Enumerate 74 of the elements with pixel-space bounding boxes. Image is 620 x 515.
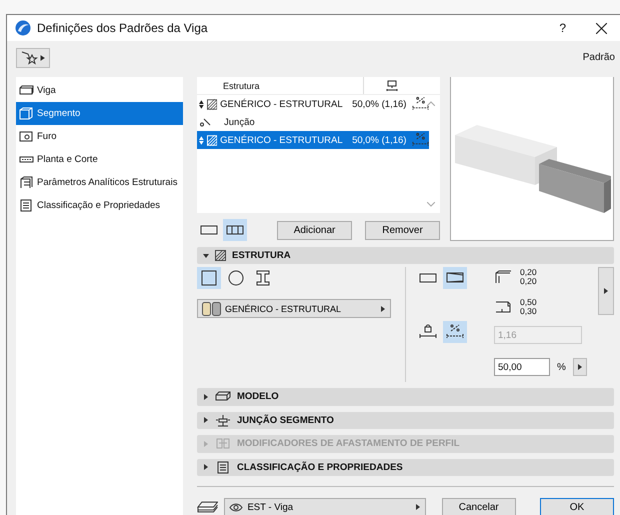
caret-icon xyxy=(603,288,609,294)
end-profile-icon xyxy=(494,300,512,314)
dimension-value: 0,20 xyxy=(520,277,537,286)
caret-icon xyxy=(576,364,583,370)
disclosure-icon xyxy=(203,464,209,470)
hole-icon xyxy=(19,130,34,143)
dimension-value: 0,50 xyxy=(520,298,537,308)
star-pointer-icon xyxy=(21,50,45,64)
disclosure-icon xyxy=(203,417,209,424)
dialog-button[interactable]: OK xyxy=(540,498,614,515)
eye-icon xyxy=(229,502,244,512)
block-icon xyxy=(215,390,231,404)
beam-icon xyxy=(19,84,34,97)
circle-icon xyxy=(227,270,245,286)
box-icon xyxy=(19,107,34,120)
modifier-icon xyxy=(215,437,231,450)
i-beam-icon xyxy=(254,270,272,286)
disclosure-icon xyxy=(203,394,209,400)
table-button[interactable]: Adicionar xyxy=(277,220,352,240)
material-dropdown[interactable]: GENÉRICO - ESTRUTURAL xyxy=(197,299,391,318)
help-button[interactable]: ? xyxy=(559,21,566,35)
sidebar-item[interactable]: Furo xyxy=(16,125,183,148)
frame-icon xyxy=(19,176,34,189)
sidebar-item[interactable]: Viga xyxy=(16,79,183,102)
sidebar-item[interactable]: Segmento xyxy=(16,102,183,125)
document-icon xyxy=(215,460,231,474)
sidebar-item[interactable]: Classificação e Propriedades xyxy=(16,194,183,217)
junction-icon xyxy=(199,117,213,127)
width-icon xyxy=(386,80,398,92)
square-icon xyxy=(200,270,218,286)
dimension-value: 0,30 xyxy=(520,307,537,316)
percent-dimension-icon xyxy=(412,96,429,112)
unit-label: % xyxy=(557,362,566,373)
hatch-icon xyxy=(215,250,226,262)
reorder-icon xyxy=(199,136,204,144)
junction-row[interactable]: Junção xyxy=(197,113,429,131)
view-toggle[interactable] xyxy=(223,219,247,241)
layers-icon xyxy=(197,500,218,514)
joint-icon xyxy=(215,414,231,427)
segment-row[interactable]: GENÉRICO - ESTRUTURAL 50,0% (1,16) xyxy=(197,95,429,113)
column-header: Estrutura xyxy=(197,77,364,94)
window-title: Definições dos Padrões da Viga xyxy=(37,21,209,35)
app-logo-icon xyxy=(15,20,31,36)
close-icon[interactable] xyxy=(596,22,607,34)
dialog-button[interactable]: Cancelar xyxy=(442,498,516,515)
disclosure-icon xyxy=(203,440,209,447)
percent-dimension-icon xyxy=(446,324,464,340)
material-swatch-icon xyxy=(202,302,222,316)
caret-icon xyxy=(414,504,421,510)
unit-button[interactable] xyxy=(572,358,587,376)
sidebar-item[interactable]: Parâmetros Analíticos Estruturais xyxy=(16,171,183,194)
percent-dimension-icon xyxy=(412,132,429,148)
percent-field[interactable]: 50,00 xyxy=(494,358,550,376)
caret-icon xyxy=(380,306,386,312)
sidebar-item[interactable]: Planta e Corte xyxy=(16,148,183,171)
section-header[interactable]: JUNÇÃO SEGMENTO xyxy=(197,412,614,430)
profile-toggle[interactable] xyxy=(197,267,221,290)
segment-row[interactable]: GENÉRICO - ESTRUTURAL 50,0% (1,16) xyxy=(197,131,429,149)
section-header[interactable]: CLASSIFICAÇÃO E PROPRIEDADES xyxy=(197,458,614,476)
table-button[interactable]: Remover xyxy=(365,220,440,240)
hatch-icon xyxy=(206,134,218,146)
layer-dropdown[interactable]: EST - Viga xyxy=(224,498,426,515)
hatch-icon xyxy=(206,98,218,110)
lock-dimension-icon xyxy=(419,324,437,340)
length-mode-toggle[interactable] xyxy=(443,321,467,344)
reorder-icon xyxy=(199,100,204,108)
favorites-button[interactable] xyxy=(16,48,50,68)
section-header[interactable]: ESTRUTURA xyxy=(197,247,614,264)
start-profile-icon xyxy=(494,270,512,284)
default-label: Padrão xyxy=(582,52,615,63)
taper-toggle[interactable] xyxy=(443,267,467,290)
document-icon xyxy=(19,199,34,212)
dimension-value: 0,20 xyxy=(520,268,537,278)
section-header[interactable]: MODELO xyxy=(197,388,614,406)
